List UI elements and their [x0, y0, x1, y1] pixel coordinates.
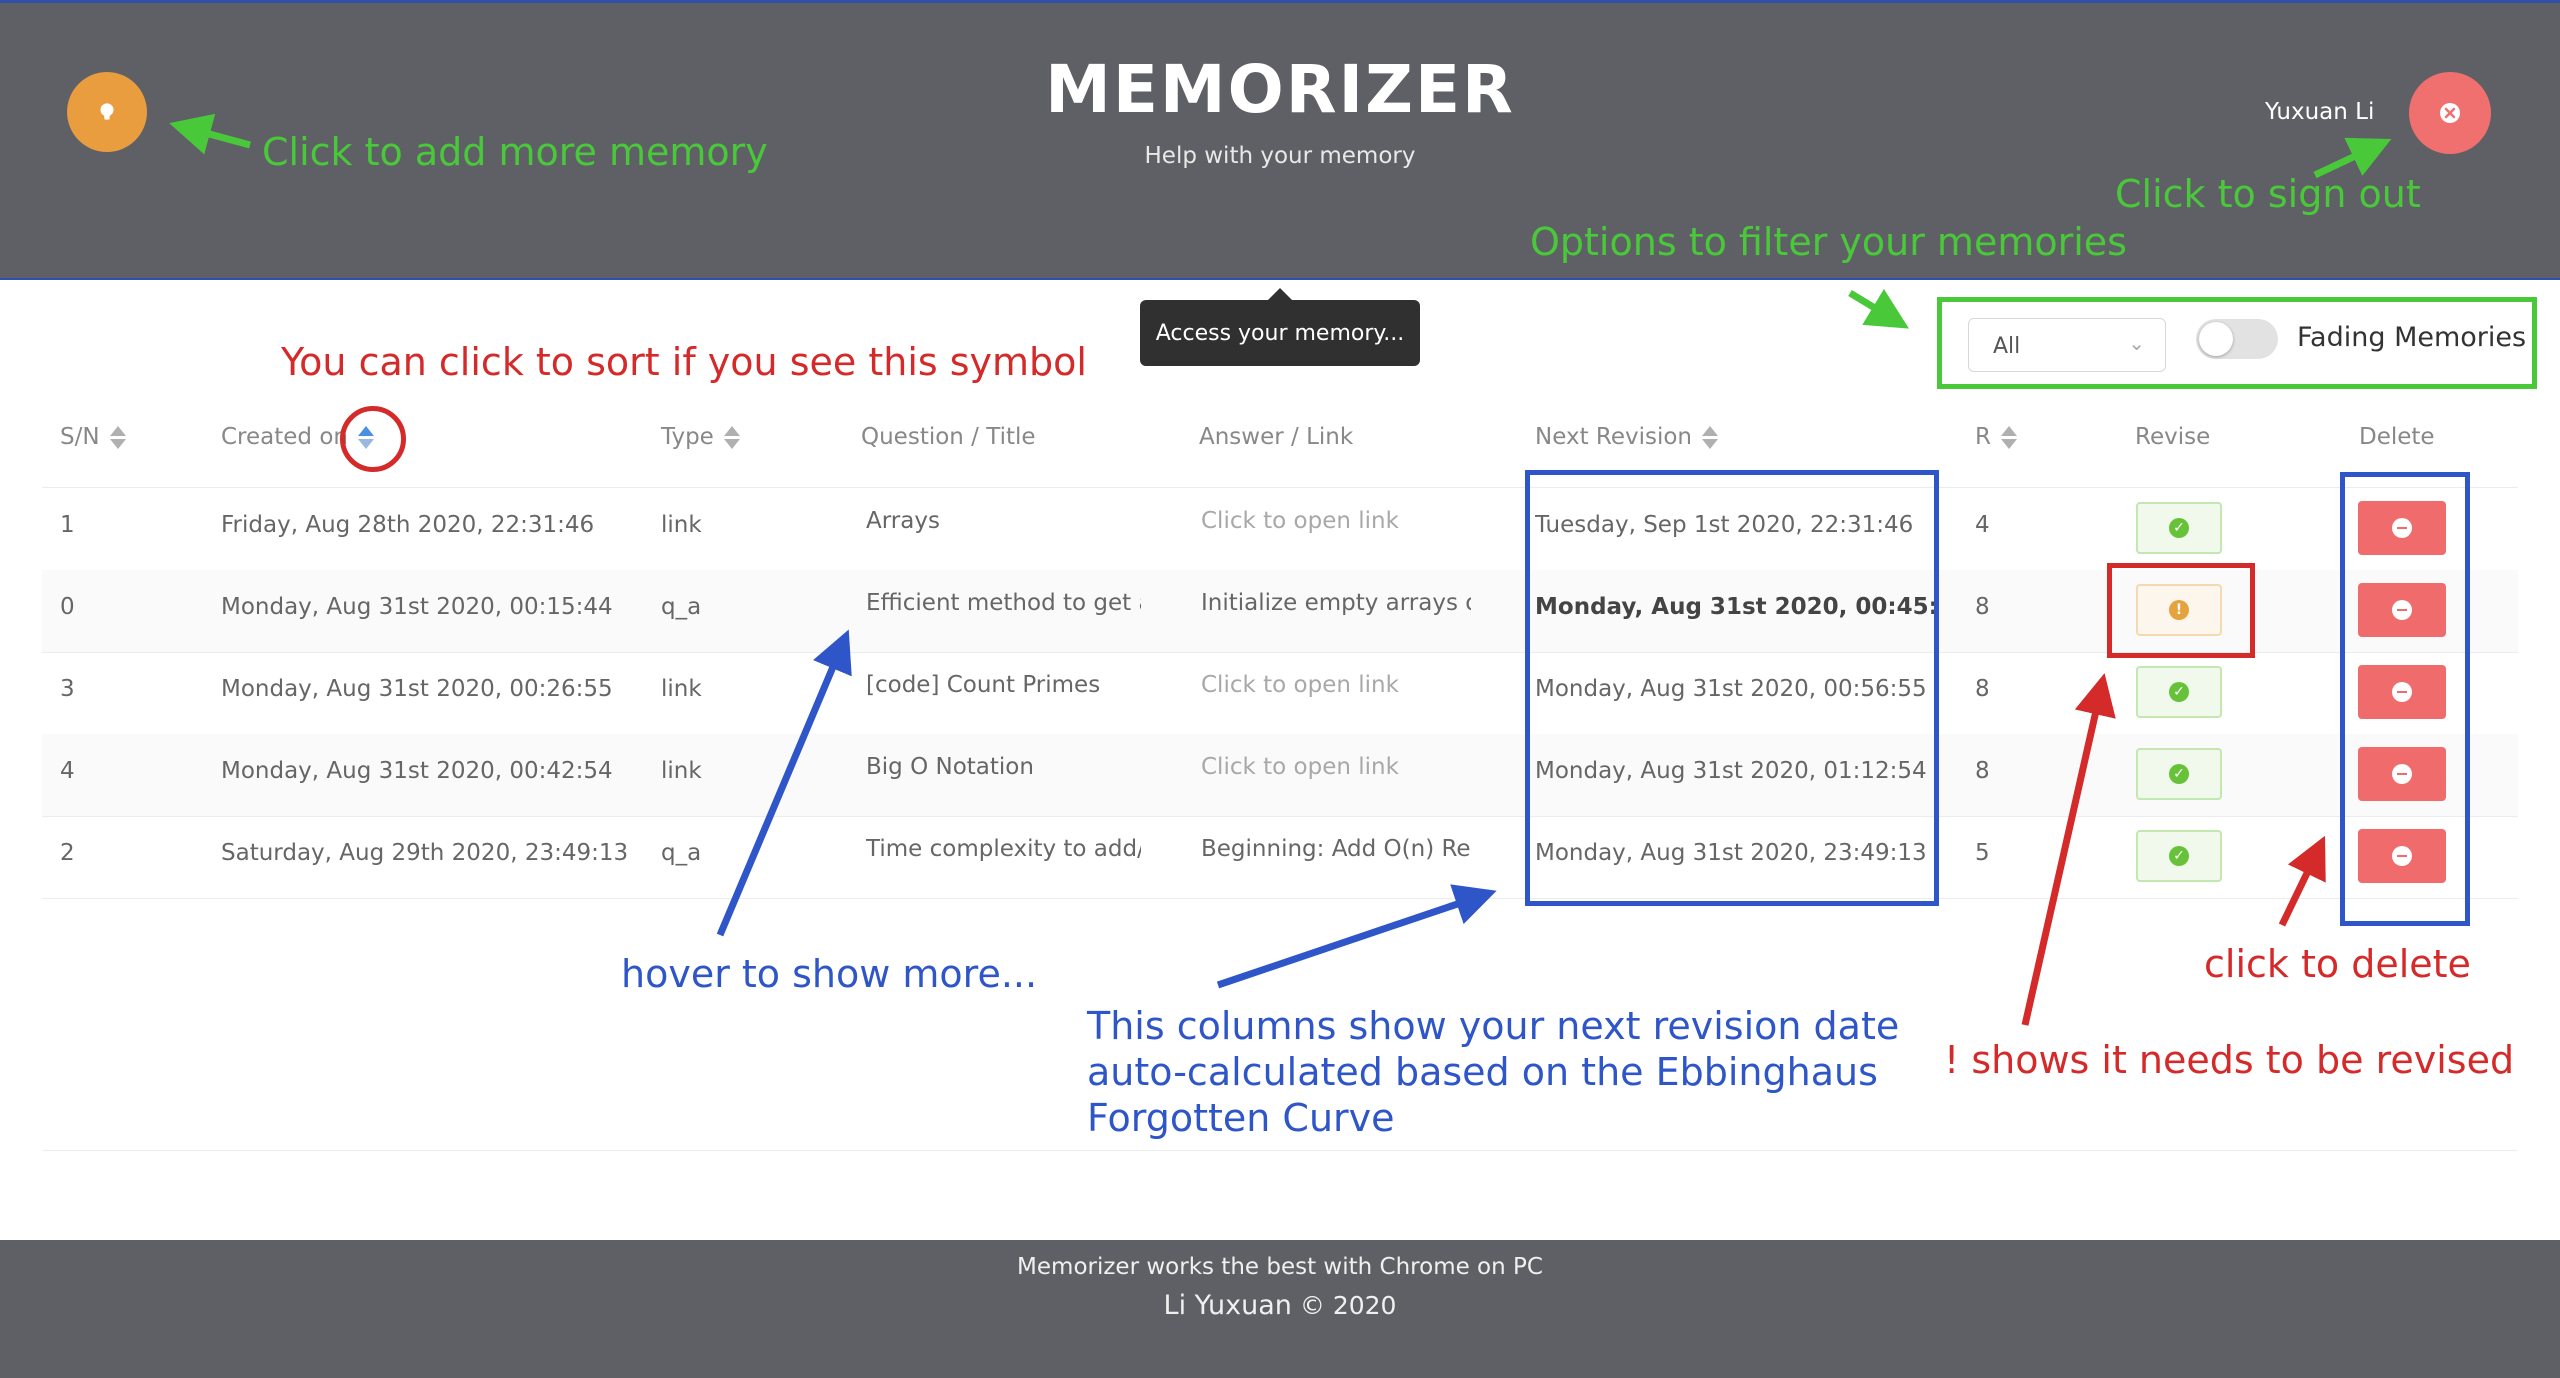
app-footer: Memorizer works the best with Chrome on …: [0, 1240, 2560, 1378]
arrow-delete: [2278, 835, 2326, 927]
annotation-sort: You can click to sort if you see this sy…: [281, 340, 1087, 384]
annotation-revision-line3: Forgotten Curve: [1087, 1096, 1395, 1140]
annotation-revision-line2: auto-calculated based on the Ebbinghaus: [1087, 1050, 1878, 1094]
arrow-revise: [2021, 673, 2116, 1026]
arrow-sign-out: [2313, 137, 2392, 179]
footer-author: Li Yuxuan: [1163, 1290, 1292, 1321]
annotation-hover: hover to show more...: [621, 952, 1038, 996]
arrow-filter: [1848, 288, 1909, 329]
annotation-revise: ! shows it needs to be revised: [1944, 1038, 2515, 1082]
arrow-hover: [716, 629, 852, 937]
footer-copyright: Li Yuxuan © 2020: [0, 1290, 2560, 1321]
annotation-revision-line1: This columns show your next revision dat…: [1087, 1004, 1900, 1048]
arrow-add-memory: [169, 113, 251, 155]
arrow-next-revision: [1216, 884, 1497, 989]
annotation-sign-out: Click to sign out: [2115, 172, 2421, 216]
footer-browser-note: Memorizer works the best with Chrome on …: [1017, 1254, 1543, 1280]
annotation-filter: Options to filter your memories: [1530, 220, 2127, 264]
annotation-add-memory: Click to add more memory: [262, 130, 768, 174]
footer-year: © 2020: [1299, 1291, 1397, 1320]
annotation-delete: click to delete: [2204, 942, 2471, 986]
